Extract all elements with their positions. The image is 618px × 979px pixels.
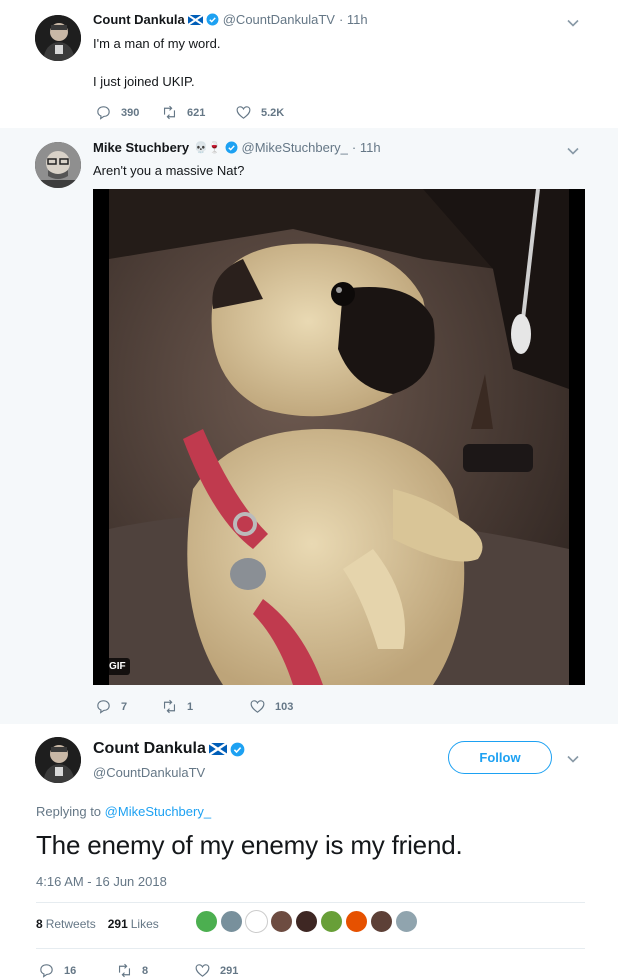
likes-label[interactable]: Likes [131, 917, 159, 931]
gif-media[interactable]: GIF [93, 189, 585, 685]
liker-avatar[interactable] [295, 910, 318, 933]
reply-count: 7 [121, 700, 128, 713]
tweet-timestamp[interactable]: 4:16 AM - 16 Jun 2018 [36, 874, 167, 889]
divider [36, 948, 585, 949]
verified-badge-icon [206, 13, 219, 26]
like-button[interactable]: 103 [249, 698, 293, 715]
retweet-count: 1 [187, 700, 194, 713]
tweet-actions: 7 1 103 [95, 698, 293, 715]
liker-avatars [195, 910, 420, 933]
replying-to-link[interactable]: @MikeStuchbery_ [105, 804, 211, 819]
scotland-flag-icon [187, 14, 203, 25]
tweet-actions: 390 621 5.2K [95, 104, 284, 121]
chevron-down-icon[interactable] [566, 16, 580, 30]
verified-badge-icon [230, 742, 245, 756]
reply-button[interactable]: 390 [95, 104, 161, 121]
tweet-text: The enemy of my enemy is my friend. [36, 830, 463, 860]
like-count: 103 [275, 700, 294, 713]
like-icon [250, 700, 265, 713]
chevron-down-icon[interactable] [566, 752, 580, 766]
reply-count: 16 [64, 964, 77, 977]
retweet-count: 8 [142, 964, 149, 977]
chevron-down-icon[interactable] [566, 144, 580, 158]
liker-avatar[interactable] [270, 910, 293, 933]
liker-avatar[interactable] [245, 910, 268, 933]
like-count: 291 [220, 964, 239, 977]
user-handle[interactable]: @CountDankulaTV [93, 765, 205, 780]
pug-gif-image [93, 189, 585, 685]
retweet-icon [118, 963, 131, 978]
tweet-time[interactable]: · 11h [352, 140, 381, 155]
reply-icon [97, 700, 110, 714]
reply-button[interactable]: 16 [38, 962, 116, 979]
avatar[interactable] [35, 737, 81, 783]
tweet-text-line: I'm a man of my word. [93, 36, 221, 51]
name-emojis: 💀🍷 [194, 142, 222, 154]
user-handle[interactable]: @CountDankulaTV [223, 12, 335, 27]
retweet-button[interactable]: 1 [161, 698, 249, 715]
display-name[interactable]: Mike Stuchbery [93, 140, 189, 155]
tweet-stats: 8 Retweets 291 Likes [36, 917, 159, 931]
liker-avatar[interactable] [220, 910, 243, 933]
like-icon [195, 964, 210, 977]
display-name[interactable]: Count Dankula [93, 740, 206, 758]
retweet-icon [163, 699, 176, 714]
focused-tweet: Count Dankula @CountDankulaTV Follow Rep… [0, 724, 618, 979]
retweet-button[interactable]: 8 [116, 962, 194, 979]
follow-button[interactable]: Follow [448, 741, 552, 774]
author-name-row: Count Dankula [93, 740, 245, 758]
likes-count[interactable]: 291 [108, 917, 128, 931]
replying-to-label: Replying to [36, 804, 102, 819]
tweet-count-dankula[interactable]: Count Dankula @CountDankulaTV · 11h I'm … [0, 0, 618, 128]
user-handle[interactable]: @MikeStuchbery_ [242, 140, 348, 155]
liker-avatar[interactable] [395, 910, 418, 933]
retweets-label[interactable]: Retweets [46, 917, 96, 931]
tweet-mike-stuchbery[interactable]: Mike Stuchbery 💀🍷 @MikeStuchbery_ · 11h … [0, 128, 618, 724]
tweet-header: Count Dankula @CountDankulaTV · 11h [93, 12, 368, 27]
like-icon [236, 106, 251, 119]
liker-avatar[interactable] [345, 910, 368, 933]
liker-avatar[interactable] [320, 910, 343, 933]
avatar[interactable] [35, 15, 81, 61]
retweet-button[interactable]: 621 [161, 104, 235, 121]
retweet-icon [163, 105, 176, 120]
tweet-text-line: I just joined UKIP. [93, 74, 195, 89]
retweets-count[interactable]: 8 [36, 917, 43, 931]
gif-badge: GIF [105, 658, 130, 675]
verified-badge-icon [225, 141, 237, 154]
tweet-text: Aren't you a massive Nat? [93, 163, 245, 178]
reply-button[interactable]: 7 [95, 698, 161, 715]
like-count: 5.2K [261, 106, 285, 119]
replying-to: Replying to @MikeStuchbery_ [36, 804, 211, 819]
like-button[interactable]: 5.2K [235, 104, 284, 121]
reply-icon [40, 964, 53, 978]
scotland-flag-icon [208, 743, 227, 755]
tweet-time[interactable]: · 11h [339, 12, 368, 27]
reply-count: 390 [121, 106, 140, 119]
liker-avatar[interactable] [195, 910, 218, 933]
reply-icon [97, 106, 110, 120]
retweet-count: 621 [187, 106, 206, 119]
avatar[interactable] [35, 142, 81, 188]
tweet-actions: 16 8 291 [38, 962, 238, 979]
tweet-header: Mike Stuchbery 💀🍷 @MikeStuchbery_ · 11h [93, 140, 381, 155]
divider [36, 902, 585, 903]
like-button[interactable]: 291 [194, 962, 238, 979]
display-name[interactable]: Count Dankula [93, 12, 185, 27]
liker-avatar[interactable] [370, 910, 393, 933]
